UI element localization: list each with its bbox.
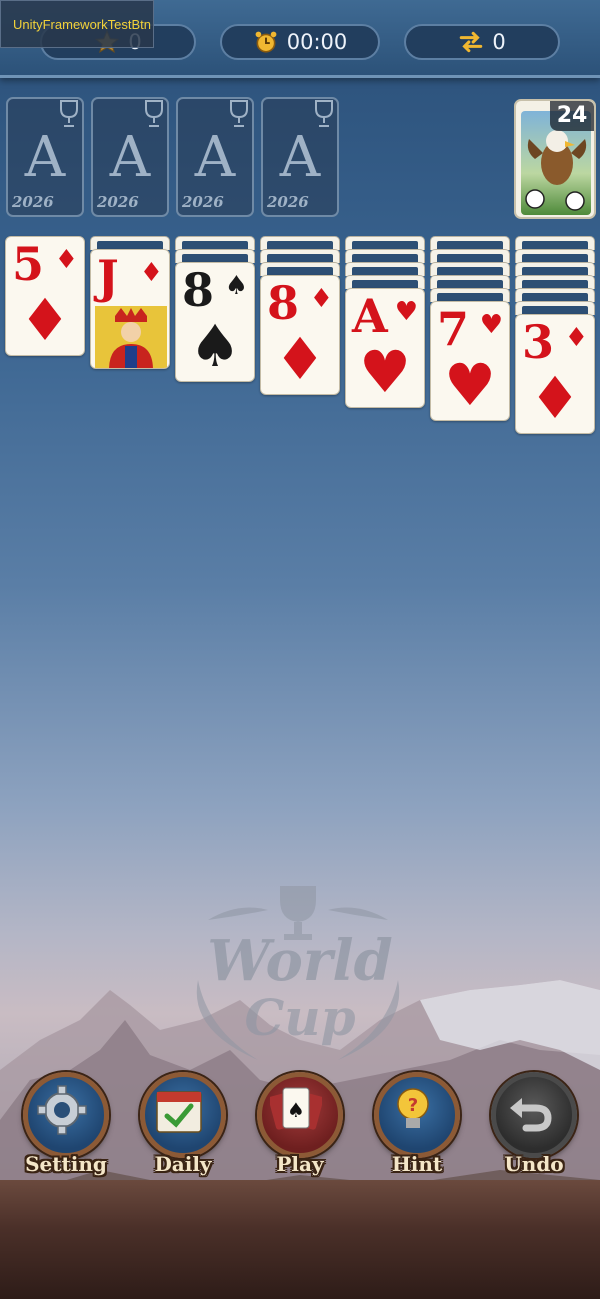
trophy-corner-icon (315, 100, 333, 127)
card-suit-large: ♦ (529, 364, 581, 432)
stock-count: 24 (550, 101, 594, 131)
face-down-card (430, 236, 510, 250)
tableau-card-5[interactable]: A ♥ ♥ (345, 288, 425, 408)
face-down-card (175, 236, 255, 250)
card-rank: A (352, 289, 388, 343)
setting-button[interactable]: Setting (18, 1072, 114, 1182)
foundation-label: A (194, 125, 236, 190)
face-down-card (345, 236, 425, 250)
face-down-card (430, 275, 510, 289)
card-suit-large: ♦ (274, 325, 326, 393)
svg-text:♠: ♠ (287, 1098, 305, 1122)
moves-counter: 0 (404, 24, 560, 60)
timer-value: 00:00 (286, 30, 348, 54)
face-down-card (515, 262, 595, 276)
play-button[interactable]: ♠ Play (252, 1072, 348, 1182)
card-rank: 8 (267, 276, 300, 330)
face-down-card (515, 275, 595, 289)
ground (0, 1180, 600, 1299)
face-down-card (430, 249, 510, 263)
face-down-card (345, 249, 425, 263)
face-down-card (515, 236, 595, 250)
tableau-card-2[interactable]: J ♦ (90, 249, 170, 369)
logo-text-world: World (207, 928, 393, 994)
foundation-label: A (109, 125, 151, 190)
card-suit-small: ♦ (54, 245, 78, 275)
play-label: Play (276, 1152, 324, 1176)
face-down-card (260, 249, 340, 263)
calendar-check-icon (156, 1091, 202, 1133)
foundation-label: A (279, 125, 321, 190)
card-rank: 5 (12, 237, 45, 291)
face-down-card (345, 262, 425, 276)
foundation-slot-4[interactable]: A 2026 (261, 97, 339, 217)
face-down-card (90, 236, 170, 250)
daily-label: Daily (154, 1152, 212, 1176)
lightbulb-icon: ? (397, 1088, 429, 1128)
tableau-card-4[interactable]: 8 ♦ ♦ (260, 275, 340, 395)
card-suit-large: ♠ (189, 312, 241, 380)
tableau-card-3[interactable]: 8 ♠ ♠ (175, 262, 255, 382)
face-down-card (345, 275, 425, 289)
trophy-corner-icon (145, 100, 163, 127)
foundation-slot-2[interactable]: A 2026 (91, 97, 169, 217)
face-down-card (430, 262, 510, 276)
foundation-label: A (24, 125, 66, 190)
undo-button[interactable]: Undo (486, 1072, 582, 1182)
card-suit-large: ♥ (359, 338, 411, 406)
face-down-card (175, 249, 255, 263)
card-rank: 3 (522, 315, 555, 369)
card-rank: 8 (182, 263, 215, 317)
foundation-year: 2026 (267, 193, 309, 211)
tableau-card-7[interactable]: 3 ♦ ♦ (515, 314, 595, 434)
swap-arrows-icon (460, 31, 483, 53)
unity-test-button[interactable]: UnityFrameworkTestBtn (0, 0, 154, 48)
card-suit-small: ♦ (309, 284, 333, 314)
card-rank: J (97, 250, 119, 304)
face-down-card (430, 288, 510, 302)
trophy-corner-icon (230, 100, 248, 127)
gear-icon (37, 1085, 87, 1135)
face-down-card (260, 236, 340, 250)
card-suit-small: ♥ (479, 310, 503, 340)
foundation-year: 2026 (97, 193, 139, 211)
trophy-corner-icon (60, 100, 78, 127)
stock-pile[interactable]: 24 (514, 99, 596, 219)
logo-text-cup: Cup (244, 988, 356, 1047)
setting-label: Setting (25, 1152, 107, 1176)
face-down-card (515, 288, 595, 302)
face-down-card (515, 301, 595, 315)
card-suit-small: ♠ (224, 271, 248, 301)
playing-cards-icon: ♠ (270, 1087, 322, 1130)
jack-face-illustration (95, 306, 167, 368)
moves-value: 0 (492, 30, 506, 54)
svg-text:?: ? (408, 1095, 418, 1116)
foundation-slot-3[interactable]: A 2026 (176, 97, 254, 217)
undo-label: Undo (504, 1152, 564, 1176)
card-rank: 7 (437, 302, 470, 356)
undo-arrow-icon (510, 1098, 552, 1132)
card-suit-large: ♥ (444, 351, 496, 419)
face-down-card (260, 262, 340, 276)
timer: 00:00 (220, 24, 380, 60)
face-down-card (515, 249, 595, 263)
tableau-card-1[interactable]: 5 ♦ ♦ (5, 236, 85, 356)
card-suit-small: ♦ (139, 258, 163, 288)
foundation-slot-1[interactable]: A 2026 (6, 97, 84, 217)
foundation-year: 2026 (182, 193, 224, 211)
tableau-card-6[interactable]: 7 ♥ ♥ (430, 301, 510, 421)
hint-label: Hint (391, 1152, 443, 1176)
alarm-clock-icon (255, 31, 277, 53)
card-suit-small: ♦ (564, 323, 588, 353)
hint-button[interactable]: ? Hint (369, 1072, 465, 1182)
card-suit-large: ♦ (19, 286, 71, 354)
daily-button[interactable]: Daily (135, 1072, 231, 1182)
card-suit-small: ♥ (394, 297, 418, 327)
foundation-year: 2026 (12, 193, 54, 211)
